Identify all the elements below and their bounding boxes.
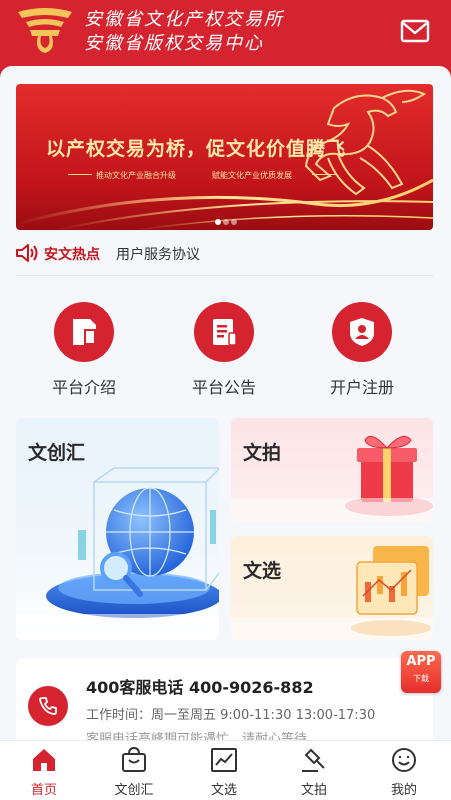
document-icon bbox=[73, 319, 96, 345]
carousel-dot[interactable] bbox=[215, 219, 221, 225]
banner-divider bbox=[68, 174, 92, 175]
bottom-tab-bar: 首页 文创汇 文选 文拍 我的 bbox=[0, 740, 451, 800]
user-shield-icon bbox=[350, 318, 374, 346]
service-hours: 工作时间：周一至周五 9:00-11:30 13:00-17:30 bbox=[86, 708, 376, 723]
card-wenxuan[interactable]: 文选 bbox=[231, 536, 433, 640]
main-content: 以产权交易为桥，促文化价值腾飞 推动文化产业融合升级 赋能文化产业优质发展 安文… bbox=[0, 66, 451, 746]
customer-service-card: 400客服电话 400-9026-882 工作时间：周一至周五 9:00-11:… bbox=[16, 658, 433, 746]
quick-link-account-register[interactable]: 开户注册 bbox=[302, 302, 422, 398]
chart-icon bbox=[211, 748, 237, 772]
speaker-icon bbox=[16, 244, 38, 262]
globe-illustration bbox=[16, 467, 219, 640]
org-name-1: 安徽省文化产权交易所 bbox=[84, 9, 284, 30]
tab-label: 我的 bbox=[390, 783, 417, 798]
phone-icon bbox=[39, 697, 57, 715]
quick-link-announcements[interactable]: 平台公告 bbox=[164, 302, 284, 398]
carousel-dot[interactable] bbox=[223, 219, 229, 225]
notice-icon bbox=[213, 319, 237, 346]
banner-slogan: 以产权交易为桥，促文化价值腾飞 bbox=[46, 138, 347, 160]
home-icon bbox=[33, 749, 55, 771]
shopping-bag-icon bbox=[122, 747, 146, 772]
quick-link-circle bbox=[332, 302, 392, 362]
tab-mine[interactable]: 我的 bbox=[369, 747, 439, 798]
tab-label: 首页 bbox=[30, 783, 57, 798]
service-phone-title: 400客服电话 400-9026-882 bbox=[86, 678, 314, 697]
app-download-badge[interactable]: APP 下载 bbox=[401, 651, 441, 693]
tab-wenchuanghui[interactable]: 文创汇 bbox=[99, 747, 169, 798]
banner-subtitle-1: 推动文化产业融合升级 bbox=[96, 171, 176, 180]
app-badge-title: APP bbox=[406, 654, 436, 669]
gift-box-icon bbox=[231, 435, 433, 522]
stock-chart-icon bbox=[231, 546, 433, 640]
logo-icon bbox=[18, 8, 72, 53]
card-wenchuanghui[interactable]: 文创汇 bbox=[16, 418, 219, 640]
mail-icon[interactable] bbox=[400, 18, 430, 44]
quick-link-circle bbox=[194, 302, 254, 362]
hot-news-label: 安文热点 bbox=[44, 247, 100, 263]
tab-label: 文拍 bbox=[300, 783, 327, 798]
user-agreement-link[interactable]: 用户服务协议 bbox=[116, 244, 200, 264]
tab-wenpai[interactable]: 文拍 bbox=[279, 747, 349, 798]
quick-link-label: 平台公告 bbox=[191, 378, 256, 397]
phone-button[interactable] bbox=[28, 686, 68, 726]
tab-label: 文创汇 bbox=[114, 783, 154, 798]
quick-link-label: 平台介绍 bbox=[51, 378, 116, 397]
org-names: 安徽省文化产权交易所 安徽省版权交易中心 bbox=[84, 8, 284, 56]
org-name-2: 安徽省版权交易中心 bbox=[84, 33, 264, 54]
hot-news-row: 安文热点 用户服务协议 bbox=[16, 242, 433, 276]
promo-banner[interactable]: 以产权交易为桥，促文化价值腾飞 推动文化产业融合升级 赋能文化产业优质发展 bbox=[16, 84, 433, 230]
tab-label: 文选 bbox=[210, 783, 237, 798]
carousel-dot[interactable] bbox=[231, 219, 237, 225]
app-badge-sub: 下载 bbox=[413, 674, 429, 683]
tab-wenxuan[interactable]: 文选 bbox=[189, 747, 259, 798]
carousel-dots bbox=[214, 210, 238, 229]
card-wenpai[interactable]: 文拍 bbox=[231, 418, 433, 522]
banner-divider bbox=[312, 174, 336, 175]
quick-link-label: 开户注册 bbox=[329, 378, 394, 397]
tab-home[interactable]: 首页 bbox=[9, 747, 79, 798]
quick-link-circle bbox=[54, 302, 114, 362]
banner-subtitle-2: 赋能文化产业优质发展 bbox=[212, 171, 292, 180]
smile-icon bbox=[392, 748, 416, 772]
quick-link-platform-intro[interactable]: 平台介绍 bbox=[24, 302, 144, 398]
gavel-icon bbox=[302, 748, 325, 772]
